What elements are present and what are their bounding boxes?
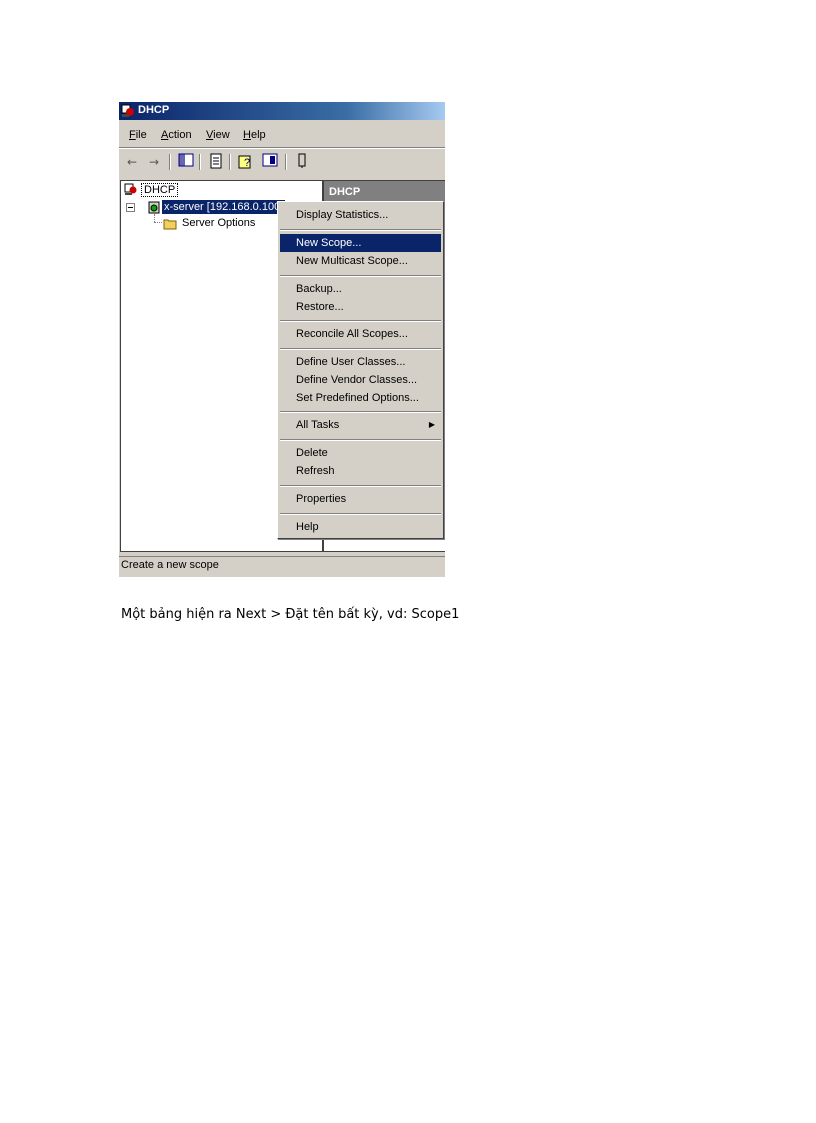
window-title: DHCP: [138, 104, 170, 116]
status-text: Create a new scope: [121, 559, 219, 571]
show-hide-tree-icon[interactable]: [177, 153, 195, 171]
menu-item-delete[interactable]: Delete: [280, 444, 441, 462]
menu-item-new-multicast-scope[interactable]: New Multicast Scope...: [280, 252, 441, 270]
tree-connector: [154, 222, 162, 223]
menu-item-restore[interactable]: Restore...: [280, 298, 441, 316]
menu-separator: [280, 229, 441, 231]
menu-separator: [280, 513, 441, 515]
detail-pane-header: DHCP: [324, 181, 445, 203]
dhcp-server-icon: [148, 201, 160, 214]
folder-icon: [163, 219, 177, 230]
menu-view[interactable]: View: [206, 129, 230, 141]
menu-file[interactable]: File: [129, 129, 147, 141]
toolbar-separator: [199, 154, 201, 170]
title-bar: DHCP: [119, 102, 445, 120]
menu-item-new-scope[interactable]: New Scope...: [280, 234, 441, 252]
menu-item-all-tasks-label: All Tasks: [296, 419, 340, 431]
caption-text: Một bảng hiện ra Next > Đặt tên bất kỳ, …: [121, 607, 460, 622]
menu-separator: [280, 320, 441, 322]
menu-separator: [280, 439, 441, 441]
menu-item-define-vendor-classes[interactable]: Define Vendor Classes...: [280, 371, 441, 389]
tree-server[interactable]: x-server [192.168.0.100]: [162, 200, 286, 214]
status-bar: Create a new scope: [119, 556, 445, 575]
tree-root[interactable]: DHCP: [141, 183, 179, 197]
menu-separator: [280, 275, 441, 277]
tree-connector: [154, 214, 155, 222]
menu-separator: [280, 411, 441, 413]
menu-item-refresh[interactable]: Refresh: [280, 462, 441, 480]
server-icon[interactable]: [293, 153, 311, 171]
menu-bar: File Action View Help: [119, 125, 445, 145]
menu-item-reconcile-all-scopes[interactable]: Reconcile All Scopes...: [280, 325, 441, 343]
console-tree-icon[interactable]: [261, 153, 279, 171]
export-list-icon[interactable]: [207, 153, 225, 171]
svg-text:?: ?: [244, 157, 250, 169]
menu-item-properties[interactable]: Properties: [280, 490, 441, 508]
menu-item-help[interactable]: Help: [280, 518, 441, 536]
menu-item-display-statistics[interactable]: Display Statistics...: [280, 206, 441, 224]
menu-separator: [280, 348, 441, 350]
toolbar-separator: [229, 154, 231, 170]
collapse-icon[interactable]: [126, 203, 135, 212]
menu-divider: [119, 147, 445, 149]
toolbar-separator: [285, 154, 287, 170]
menu-action[interactable]: Action: [161, 129, 192, 141]
dhcp-root-icon: [124, 183, 137, 195]
context-menu: Display Statistics... New Scope... New M…: [277, 201, 444, 539]
back-arrow-icon[interactable]: ←: [123, 153, 141, 171]
menu-item-all-tasks[interactable]: All Tasks ▶: [280, 416, 441, 434]
tree-server-options[interactable]: Server Options: [182, 217, 255, 229]
menu-separator: [280, 485, 441, 487]
dhcp-app-icon: [121, 104, 134, 117]
toolbar: ← → ?: [119, 150, 445, 174]
toolbar-separator: [169, 154, 171, 170]
menu-item-backup[interactable]: Backup...: [280, 280, 441, 298]
menu-item-define-user-classes[interactable]: Define User Classes...: [280, 353, 441, 371]
forward-arrow-icon[interactable]: →: [145, 153, 163, 171]
submenu-arrow-icon: ▶: [428, 420, 435, 429]
menu-item-set-predefined-options[interactable]: Set Predefined Options...: [280, 389, 441, 407]
menu-help[interactable]: Help: [243, 129, 266, 141]
help-icon[interactable]: ?: [237, 153, 255, 171]
